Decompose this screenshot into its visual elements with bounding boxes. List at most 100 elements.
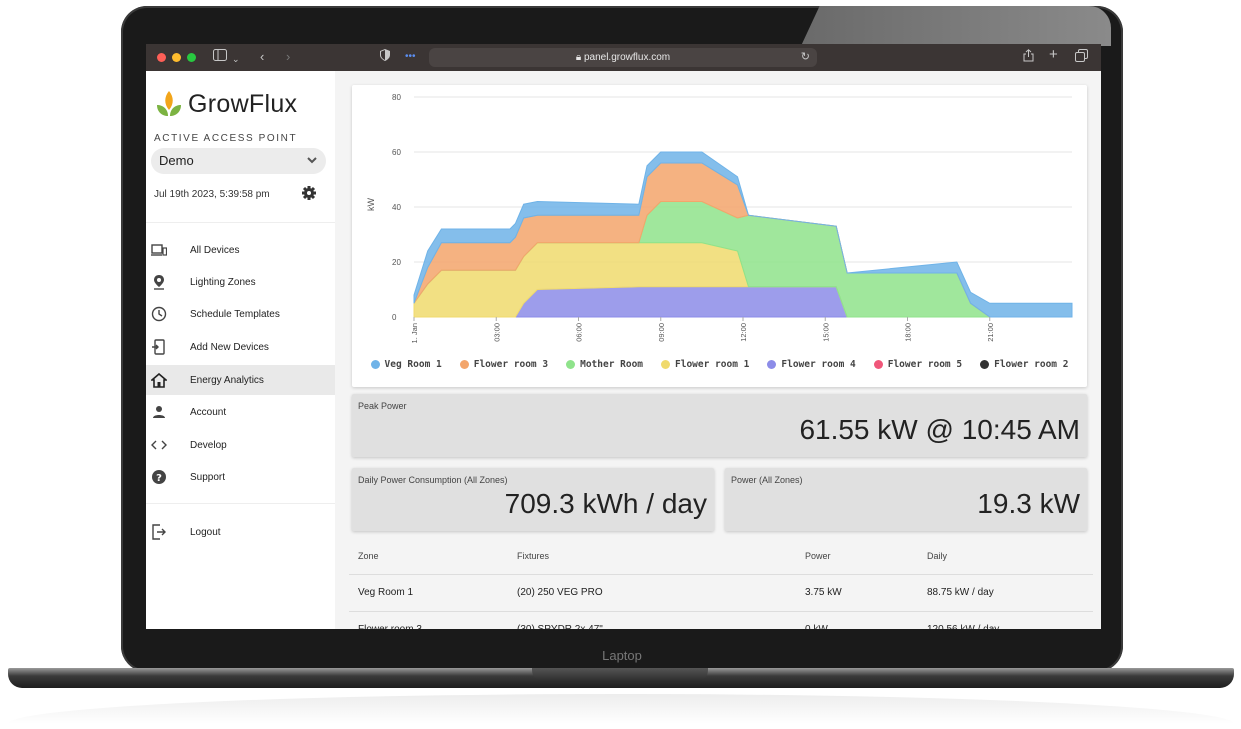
access-point-value: Demo bbox=[159, 153, 194, 168]
sidebar-item-label: Add New Devices bbox=[190, 341, 269, 353]
x-tick-label: 15:00 bbox=[821, 323, 830, 342]
zone-cell: Flower room 3 bbox=[358, 612, 422, 629]
zone-cell: Veg Room 1 bbox=[358, 587, 414, 598]
column-header-fixtures[interactable]: Fixtures bbox=[517, 538, 549, 574]
tabs-overview-icon[interactable] bbox=[1075, 49, 1088, 66]
current-datetime: Jul 19th 2023, 5:39:58 pm bbox=[154, 189, 270, 200]
legend-label: Veg Room 1 bbox=[384, 359, 442, 370]
daily-cell: 120.56 kW / day bbox=[927, 612, 999, 629]
legend-label: Flower room 2 bbox=[994, 359, 1069, 370]
home-icon bbox=[151, 372, 167, 388]
legend-item[interactable]: Flower room 1 bbox=[661, 359, 749, 370]
column-header-power[interactable]: Power bbox=[805, 538, 831, 574]
column-header-zone[interactable]: Zone bbox=[358, 538, 379, 574]
sidebar-item-support[interactable]: ? Support bbox=[146, 462, 335, 492]
close-window-button[interactable] bbox=[157, 53, 166, 62]
sidebar-item-account[interactable]: Account bbox=[146, 397, 335, 427]
legend-item[interactable]: Flower room 5 bbox=[873, 359, 962, 370]
address-bar[interactable]: 🔒︎ panel.growflux.com ↻ bbox=[429, 48, 817, 67]
fixtures-cell: (30) SPYDR 2x 47" bbox=[517, 612, 603, 629]
y-axis-label: kW bbox=[366, 198, 376, 212]
logout-icon bbox=[151, 524, 167, 540]
sidebar-item-all-devices[interactable]: All Devices bbox=[146, 235, 335, 265]
legend-item[interactable]: Flower room 3 bbox=[459, 359, 548, 370]
reload-icon[interactable]: ↻ bbox=[801, 48, 810, 67]
location-pin-icon bbox=[151, 274, 167, 290]
sidebar-item-label: Energy Analytics bbox=[190, 374, 264, 386]
x-tick-label: 1. Jan bbox=[410, 323, 419, 343]
back-arrow-icon[interactable]: ‹ bbox=[260, 49, 264, 65]
sidebar-item-develop[interactable]: Develop bbox=[146, 430, 335, 460]
sidebar-item-label: All Devices bbox=[190, 244, 240, 256]
peak-power-label: Peak Power bbox=[358, 401, 407, 411]
x-tick-label: 09:00 bbox=[657, 323, 666, 342]
legend-item[interactable]: Veg Room 1 bbox=[370, 359, 442, 370]
clock-icon bbox=[151, 306, 167, 322]
sidebar-item-label: Develop bbox=[190, 439, 227, 451]
legend-swatch bbox=[566, 360, 576, 369]
help-icon: ? bbox=[151, 469, 167, 485]
leaf-logo-icon bbox=[157, 91, 181, 116]
share-icon[interactable] bbox=[1023, 49, 1034, 66]
minimize-window-button[interactable] bbox=[172, 53, 181, 62]
table-header: Zone Fixtures Power Daily bbox=[349, 538, 1093, 575]
chart-legend: Veg Room 1 Flower room 3 Mother Room Flower… bbox=[352, 359, 1087, 370]
x-tick-label: 06:00 bbox=[575, 323, 584, 342]
legend-swatch bbox=[661, 360, 671, 369]
main-content: 0 20 40 60 80 kW 1. Jan 03:00 06:00 09:00 12:00 15:… bbox=[335, 71, 1101, 629]
sidebar-toggle-icon[interactable] bbox=[213, 49, 227, 65]
x-tick-label: 12:00 bbox=[739, 323, 748, 342]
legend-swatch bbox=[873, 360, 883, 369]
divider bbox=[146, 222, 335, 223]
y-tick-label: 40 bbox=[392, 203, 401, 212]
x-tick-label: 03:00 bbox=[492, 323, 501, 342]
chevron-down-icon bbox=[307, 157, 317, 164]
daily-cell: 88.75 kW / day bbox=[927, 587, 994, 598]
legend-label: Mother Room bbox=[580, 359, 644, 370]
access-point-label: ACTIVE ACCESS POINT bbox=[154, 133, 298, 144]
sidebar-item-energy-analytics[interactable]: Energy Analytics bbox=[146, 365, 335, 395]
gear-icon[interactable] bbox=[301, 185, 317, 201]
legend-swatch bbox=[767, 360, 777, 369]
shield-icon[interactable] bbox=[380, 49, 390, 65]
table-row[interactable]: Veg Room 1 (20) 250 VEG PRO 3.75 kW 88.7… bbox=[349, 575, 1093, 612]
legend-item[interactable]: Flower room 2 bbox=[980, 359, 1068, 370]
extensions-icon[interactable]: ••• bbox=[405, 49, 416, 65]
lid-reflection bbox=[801, 6, 1111, 46]
add-device-icon bbox=[151, 339, 167, 355]
chevron-down-icon[interactable]: ⌄ bbox=[232, 51, 240, 67]
daily-consumption-value: 709.3 kWh / day bbox=[504, 488, 707, 519]
brand-logo[interactable]: GrowFlux bbox=[156, 87, 297, 121]
person-icon bbox=[151, 404, 167, 420]
lock-icon: 🔒︎ bbox=[575, 52, 582, 63]
new-tab-icon[interactable]: + bbox=[1049, 47, 1058, 63]
sidebar-item-schedule-templates[interactable]: Schedule Templates bbox=[146, 299, 335, 329]
peak-power-card: Peak Power 61.55 kW @ 10:45 AM bbox=[352, 394, 1087, 457]
total-power-label: Power (All Zones) bbox=[731, 475, 803, 485]
sidebar-item-logout[interactable]: Logout bbox=[146, 517, 335, 547]
sidebar-item-lighting-zones[interactable]: Lighting Zones bbox=[146, 267, 335, 297]
column-header-daily[interactable]: Daily bbox=[927, 538, 947, 574]
browser-toolbar: ⌄ ‹ › ••• 🔒︎ panel.growflux.com ↻ + bbox=[146, 44, 1101, 71]
energy-chart[interactable]: 0 20 40 60 80 kW 1. Jan 03:00 06:00 09:00 12:00 15:… bbox=[352, 85, 1087, 353]
legend-item[interactable]: Flower room 4 bbox=[767, 359, 856, 370]
zoom-window-button[interactable] bbox=[187, 53, 196, 62]
sidebar-item-add-new-devices[interactable]: Add New Devices bbox=[146, 332, 335, 362]
laptop-notch bbox=[532, 668, 708, 682]
y-tick-label: 60 bbox=[392, 148, 401, 157]
sidebar-item-label: Account bbox=[190, 406, 227, 418]
legend-swatch bbox=[459, 360, 469, 369]
daily-consumption-card: Daily Power Consumption (All Zones) 709.… bbox=[352, 468, 714, 531]
legend-swatch bbox=[980, 360, 990, 369]
x-tick-label: 21:00 bbox=[986, 323, 995, 342]
brand-name: GrowFlux bbox=[188, 89, 298, 118]
table-row[interactable]: Flower room 3 (30) SPYDR 2x 47" 0 kW 120… bbox=[349, 612, 1093, 629]
forward-arrow-icon[interactable]: › bbox=[286, 49, 290, 65]
laptop-reflection bbox=[8, 694, 1234, 724]
y-tick-label: 20 bbox=[392, 258, 401, 267]
sidebar-item-label: Lighting Zones bbox=[190, 276, 256, 288]
legend-item[interactable]: Mother Room bbox=[566, 359, 643, 370]
access-point-select[interactable]: Demo bbox=[151, 148, 326, 174]
device-label: Laptop bbox=[602, 648, 642, 663]
fixtures-cell: (20) 250 VEG PRO bbox=[517, 587, 603, 598]
